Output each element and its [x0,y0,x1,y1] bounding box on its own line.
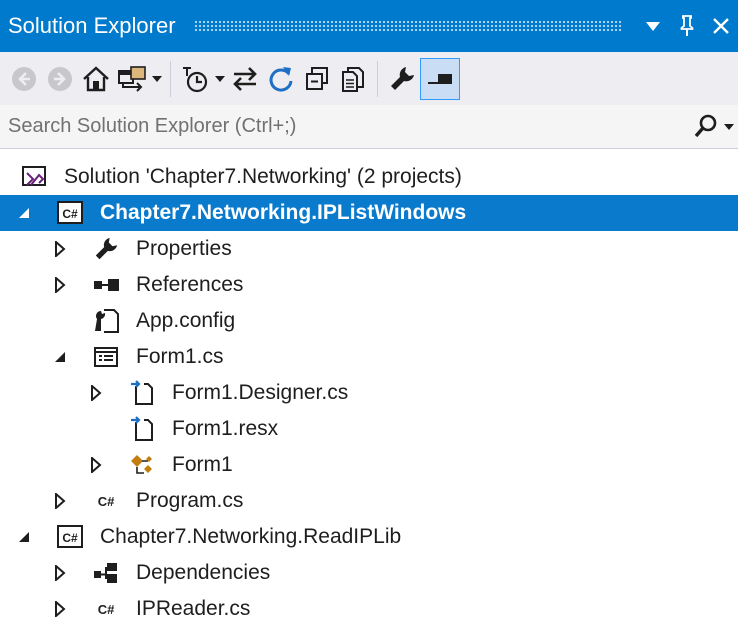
expand-arrow-icon[interactable] [88,457,104,473]
dependencies-icon [92,559,120,587]
tree-node-ipreader-cs[interactable]: C# IPReader.cs [0,591,738,627]
tree-node-label: Form1 [172,453,233,476]
collapse-all-button[interactable] [299,59,335,99]
class-icon [128,451,156,479]
tree-node-label: Form1.cs [136,345,224,368]
tree-node-references[interactable]: References [0,267,738,303]
tree-node-program-cs[interactable]: C# Program.cs [0,483,738,519]
chevron-down-icon [724,123,734,130]
close-icon [713,18,729,34]
solution-icon [20,163,48,191]
expand-arrow-icon[interactable] [88,385,104,401]
wrench-icon [391,66,414,90]
solution-explorer-window: Solution Explorer Search Solution Explor… [0,0,738,640]
svg-text:C#: C# [62,531,78,545]
back-arrow-icon [12,66,36,91]
tree-node-dependencies[interactable]: Dependencies [0,555,738,591]
forward-button[interactable] [42,59,78,99]
refresh-button[interactable] [263,59,299,99]
dependent-file-icon [128,415,156,443]
pending-changes-dropdown[interactable] [213,59,227,99]
chevron-down-icon [152,75,162,82]
search-input[interactable] [0,104,690,149]
home-button[interactable] [78,59,114,99]
switch-views-button[interactable] [114,59,150,99]
tree-node-form1-resx[interactable]: Form1.resx [0,411,738,447]
tree-node-form1-class[interactable]: Form1 [0,447,738,483]
tree-node-app-config[interactable]: App.config [0,303,738,339]
tree-node-label: Form1.Designer.cs [172,381,349,404]
sync-active-document-button[interactable] [227,59,263,99]
search-bar [0,104,738,149]
collapse-arrow-icon[interactable] [16,205,32,221]
properties-button[interactable] [384,59,420,99]
tree-node-label: App.config [136,309,236,332]
dependent-file-icon [128,379,156,407]
tree-node-project-iplistwindows[interactable]: C# Chapter7.Networking.IPListWindows [0,195,738,231]
title-grip[interactable] [193,20,622,32]
show-all-files-button[interactable] [335,59,371,99]
tree-node-label: Properties [136,237,232,260]
sync-arrows-icon [233,66,257,91]
chevron-down-icon [215,75,225,82]
forward-arrow-icon [48,66,72,91]
collapse-arrow-icon[interactable] [16,529,32,545]
tree-node-label: Chapter7.Networking.ReadIPLib [100,525,402,548]
tree-node-label: Program.cs [136,489,244,512]
close-button[interactable] [704,0,738,52]
config-file-icon [92,307,120,335]
refresh-icon [269,66,293,92]
tree-node-properties[interactable]: Properties [0,231,738,267]
pin-icon [680,15,694,36]
preview-selected-items-icon [428,73,452,84]
tree-node-label: Form1.resx [172,417,279,440]
switch-views-dropdown[interactable] [150,59,164,99]
tree-node-label: Solution 'Chapter7.Networking' (2 projec… [64,165,462,188]
collapse-arrow-icon[interactable] [52,349,68,365]
csharp-file-icon: C# [92,595,120,623]
title-bar: Solution Explorer [0,0,738,52]
tree-node-form1-cs[interactable]: Form1.cs [0,339,738,375]
search-icon [694,114,717,137]
expand-arrow-icon[interactable] [52,493,68,509]
home-icon [83,65,109,91]
tree-node-label: IPReader.cs [136,597,251,620]
expand-arrow-icon[interactable] [52,565,68,581]
solution-tree: Solution 'Chapter7.Networking' (2 projec… [0,159,738,627]
csharp-project-icon: C# [56,523,84,551]
show-all-files-icon [342,66,364,92]
pending-changes-clock-icon [183,66,208,92]
expand-arrow-icon[interactable] [52,241,68,257]
tree-node-label: References [136,273,244,296]
toolbar-separator [377,60,378,97]
tree-node-label: Chapter7.Networking.IPListWindows [100,201,467,224]
collapse-all-icon [306,66,328,90]
svg-text:C#: C# [62,207,78,221]
references-icon [92,271,120,299]
back-button[interactable] [6,59,42,99]
search-options-button[interactable] [690,106,738,148]
wrench-icon [92,235,120,263]
svg-text:C#: C# [98,494,115,509]
csharp-file-icon: C# [92,487,120,515]
window-title: Solution Explorer [8,13,176,38]
csharp-project-icon: C# [56,199,84,227]
tree-node-label: Dependencies [136,561,271,584]
tree-node-form1-designer[interactable]: Form1.Designer.cs [0,375,738,411]
svg-text:C#: C# [98,602,115,617]
triangle-down-icon [646,21,660,31]
window-options-button[interactable] [636,0,670,52]
switch-views-icon [118,65,146,92]
toolbar-separator [170,60,171,97]
toolbar [0,52,738,105]
tree-node-project-readiplib[interactable]: C# Chapter7.Networking.ReadIPLib [0,519,738,555]
pending-changes-filter-button[interactable] [177,59,213,99]
preview-selected-items-button[interactable] [420,57,460,100]
form-icon [92,343,120,371]
expand-arrow-icon[interactable] [52,601,68,617]
expand-arrow-icon[interactable] [52,277,68,293]
pin-button[interactable] [670,0,704,52]
tree-node-solution[interactable]: Solution 'Chapter7.Networking' (2 projec… [0,159,738,195]
